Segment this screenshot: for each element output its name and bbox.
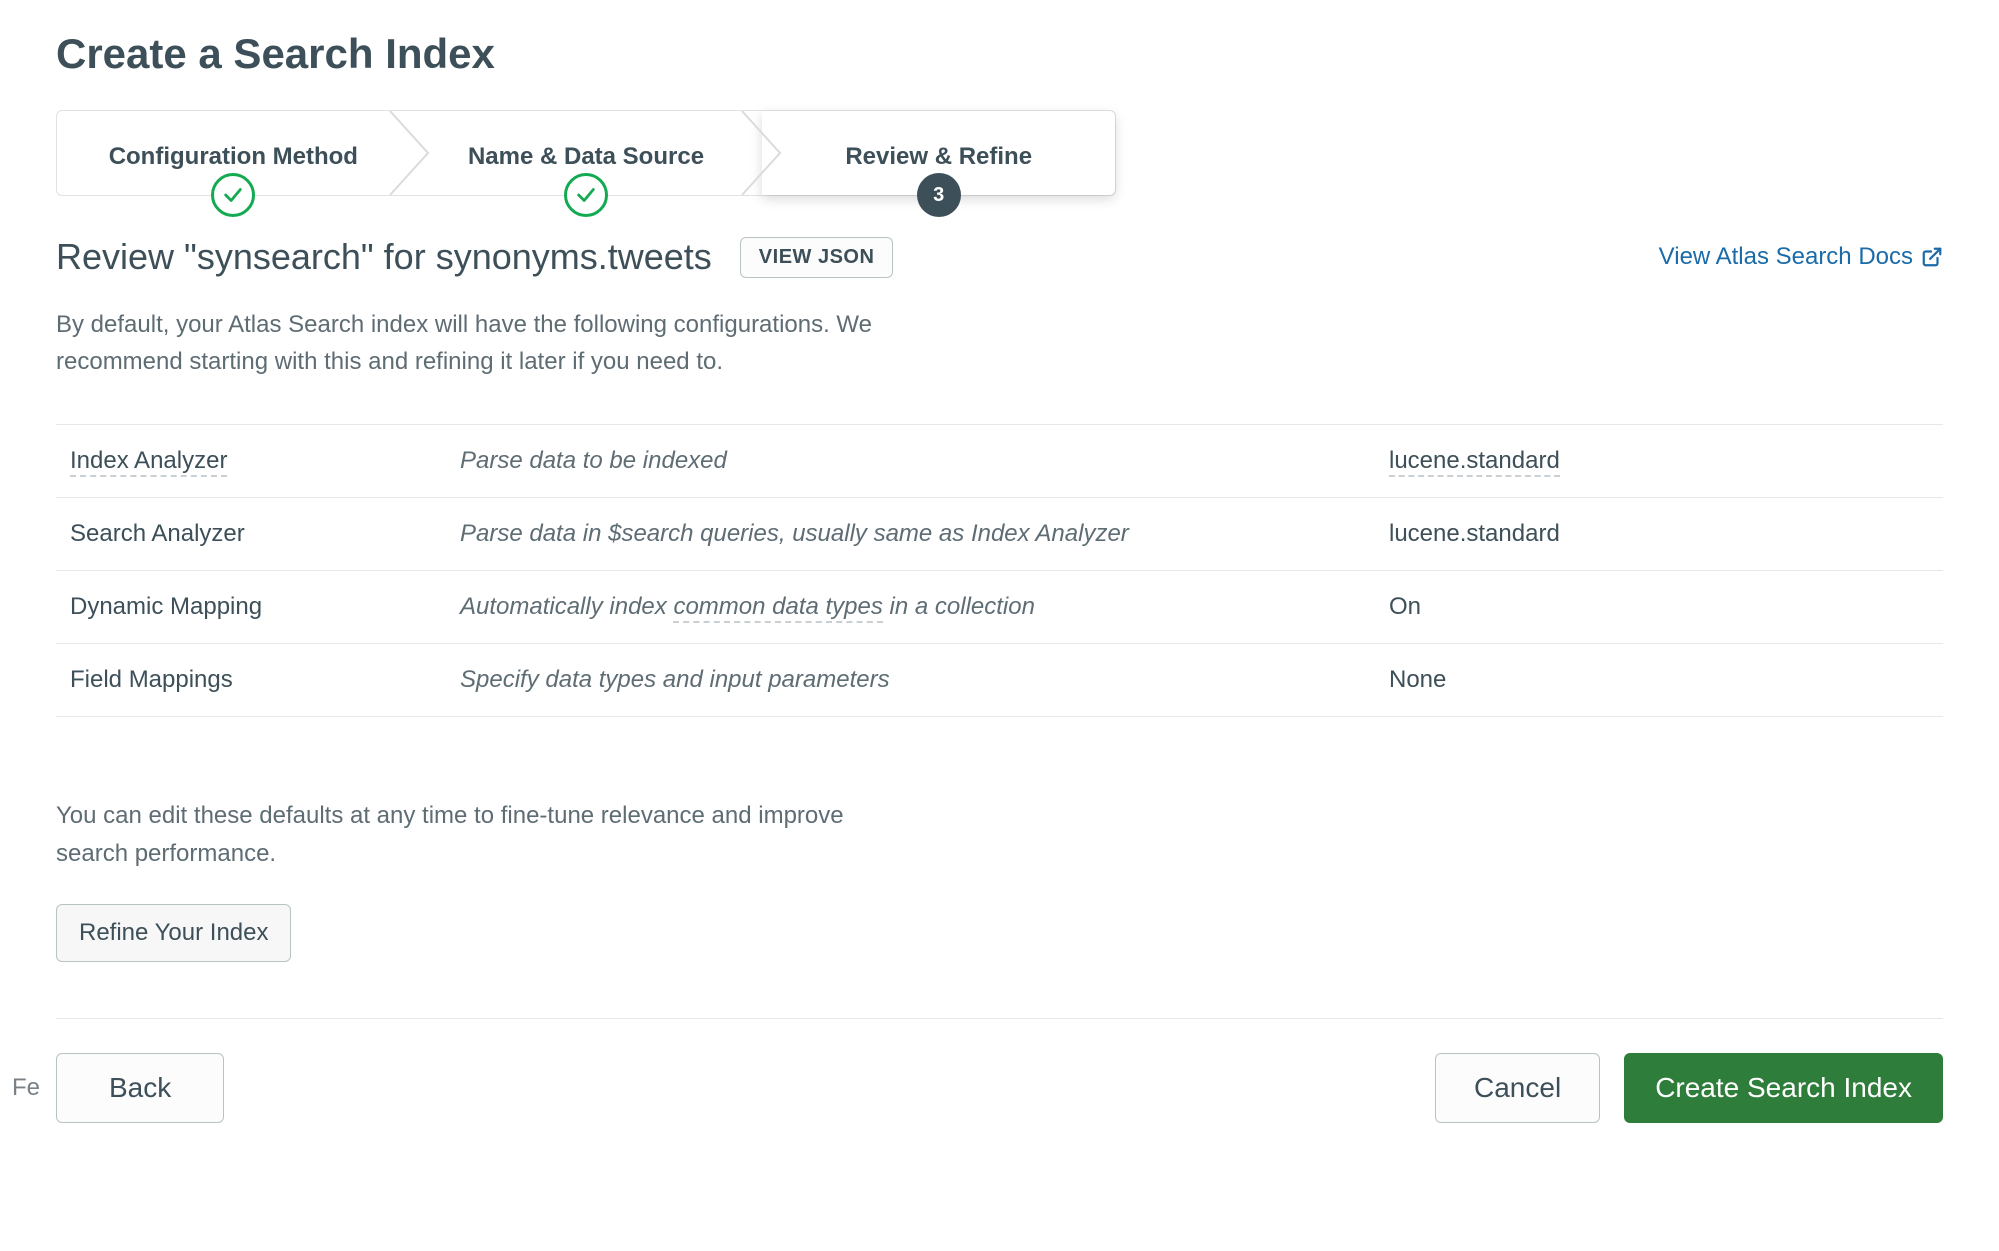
- docs-link[interactable]: View Atlas Search Docs: [1659, 243, 1943, 271]
- config-value: None: [1389, 666, 1929, 694]
- docs-link-label: View Atlas Search Docs: [1659, 243, 1913, 271]
- table-row: Index Analyzer Parse data to be indexed …: [56, 425, 1943, 498]
- step-label: Name & Data Source: [468, 135, 704, 171]
- config-description: Parse data in $search queries, usually s…: [460, 520, 1389, 548]
- step-label: Review & Refine: [845, 135, 1032, 171]
- config-description: Specify data types and input parameters: [460, 666, 1389, 694]
- step-review-refine[interactable]: Review & Refine 3: [762, 111, 1115, 195]
- config-description: Parse data to be indexed: [460, 447, 1389, 475]
- view-json-button[interactable]: VIEW JSON: [740, 237, 894, 278]
- table-row: Field Mappings Specify data types and in…: [56, 644, 1943, 717]
- config-label: Index Analyzer: [70, 447, 460, 475]
- check-icon: [211, 173, 255, 217]
- table-row: Search Analyzer Parse data in $search qu…: [56, 498, 1943, 571]
- step-number-badge: 3: [917, 173, 961, 217]
- check-icon: [564, 173, 608, 217]
- intro-text: By default, your Atlas Search index will…: [56, 306, 956, 380]
- config-label: Dynamic Mapping: [70, 593, 460, 621]
- config-label: Field Mappings: [70, 666, 460, 694]
- table-row: Dynamic Mapping Automatically index comm…: [56, 571, 1943, 644]
- page-title: Create a Search Index: [56, 30, 1943, 78]
- config-value: lucene.standard: [1389, 520, 1929, 548]
- cancel-button[interactable]: Cancel: [1435, 1053, 1600, 1123]
- config-value: lucene.standard: [1389, 447, 1929, 475]
- config-value: On: [1389, 593, 1929, 621]
- step-name-data-source[interactable]: Name & Data Source: [410, 111, 763, 195]
- step-label: Configuration Method: [109, 135, 358, 171]
- config-table: Index Analyzer Parse data to be indexed …: [56, 424, 1943, 717]
- create-search-index-button[interactable]: Create Search Index: [1624, 1053, 1943, 1123]
- external-link-icon: [1921, 246, 1943, 268]
- config-description: Automatically index common data types in…: [460, 593, 1389, 621]
- config-label: Search Analyzer: [70, 520, 460, 548]
- review-title: Review "synsearch" for synonyms.tweets: [56, 236, 712, 278]
- footer-bar: Fe Back Cancel Create Search Index: [56, 1018, 1943, 1123]
- subheader: Review "synsearch" for synonyms.tweets V…: [56, 236, 1943, 278]
- more-text: You can edit these defaults at any time …: [56, 797, 886, 871]
- refine-index-button[interactable]: Refine Your Index: [56, 904, 291, 962]
- wizard-stepper: Configuration Method Name & Data Source …: [56, 110, 1116, 196]
- step-configuration-method[interactable]: Configuration Method: [57, 111, 410, 195]
- back-button[interactable]: Back: [56, 1053, 224, 1123]
